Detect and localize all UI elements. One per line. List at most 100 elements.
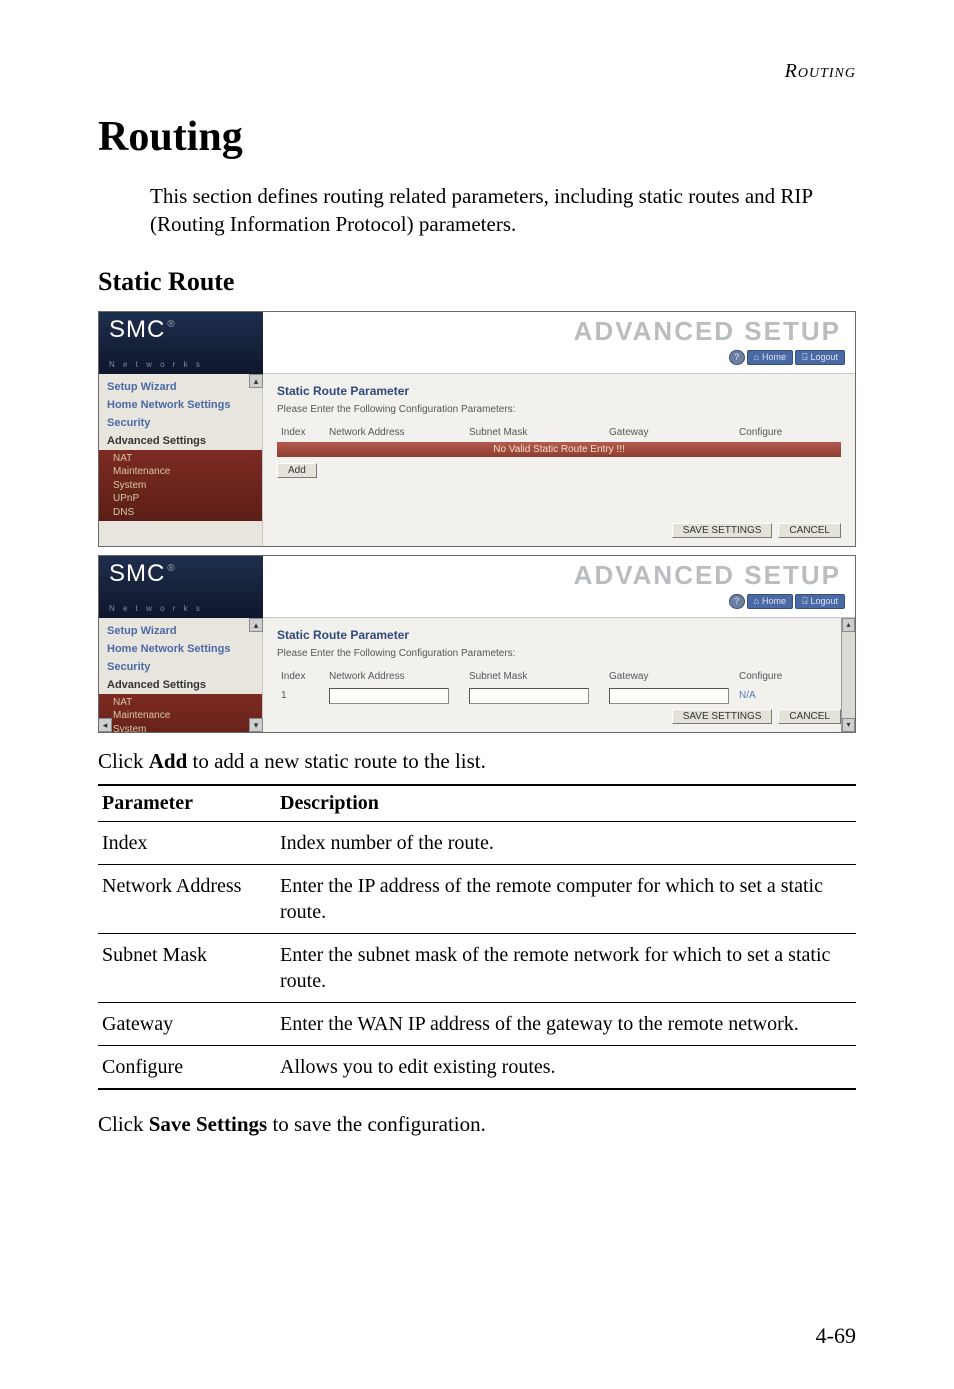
row-index: 1 bbox=[277, 690, 325, 701]
subnet-mask-input[interactable] bbox=[469, 688, 589, 704]
network-address-input[interactable] bbox=[329, 688, 449, 704]
panel-note: Please Enter the Following Configuration… bbox=[277, 404, 841, 415]
logout-label: Logout bbox=[810, 352, 838, 362]
page-number: 4-69 bbox=[816, 1323, 856, 1349]
sidebar-sub-system[interactable]: System bbox=[113, 479, 262, 493]
param-name: Network Address bbox=[98, 864, 276, 933]
sidebar-sub-dns[interactable]: DNS bbox=[113, 506, 262, 520]
col-configure: Configure bbox=[735, 671, 819, 682]
scroll-up-icon[interactable]: ▴ bbox=[249, 374, 263, 388]
param-desc: Index number of the route. bbox=[276, 821, 856, 864]
scroll-down-icon[interactable]: ▾ bbox=[249, 718, 263, 732]
sidebar-item-advanced-settings[interactable]: Advanced Settings bbox=[99, 676, 262, 694]
sidebar-item-setup-wizard[interactable]: Setup Wizard bbox=[99, 378, 262, 396]
section-subhead: Static Route bbox=[98, 267, 856, 297]
logout-icon: ⍈ bbox=[802, 596, 807, 607]
home-button[interactable]: ⌂ Home bbox=[747, 594, 793, 609]
parameter-table: Parameter Description IndexIndex number … bbox=[98, 784, 856, 1090]
sidebar-item-home-network[interactable]: Home Network Settings bbox=[99, 640, 262, 658]
add-button[interactable]: Add bbox=[277, 463, 317, 478]
scroll-down-icon[interactable]: ▾ bbox=[842, 718, 855, 732]
logo-registered-icon: ® bbox=[167, 320, 175, 330]
cancel-button[interactable]: CANCEL bbox=[778, 709, 841, 724]
parameter-table-body: IndexIndex number of the route.Network A… bbox=[98, 821, 856, 1089]
logout-label: Logout bbox=[810, 596, 838, 606]
sidebar-subgroup: NAT Maintenance System UPnP DNS bbox=[99, 450, 262, 522]
param-desc: Allows you to edit existing routes. bbox=[276, 1045, 856, 1089]
save-instruction: Click Save Settings to save the configur… bbox=[98, 1112, 856, 1137]
col-network-address: Network Address bbox=[325, 671, 465, 682]
param-name: Subnet Mask bbox=[98, 933, 276, 1002]
th-parameter: Parameter bbox=[98, 785, 276, 822]
table-row: ConfigureAllows you to edit existing rou… bbox=[98, 1045, 856, 1089]
table-row: Network AddressEnter the IP address of t… bbox=[98, 864, 856, 933]
running-head: Routing bbox=[98, 60, 856, 83]
sidebar-sub-nat[interactable]: NAT bbox=[113, 696, 262, 710]
sidebar-sub-maintenance[interactable]: Maintenance bbox=[113, 465, 262, 479]
advanced-setup-heading: ADVANCED SETUP bbox=[574, 316, 841, 347]
main-panel: Static Route Parameter Please Enter the … bbox=[263, 374, 855, 546]
scroll-left-icon[interactable]: ◂ bbox=[98, 718, 112, 732]
col-configure: Configure bbox=[735, 427, 819, 438]
col-subnet-mask: Subnet Mask bbox=[465, 671, 605, 682]
sidebar-item-security[interactable]: Security bbox=[99, 658, 262, 676]
main-panel: Static Route Parameter Please Enter the … bbox=[263, 618, 855, 732]
help-icon[interactable]: ? bbox=[729, 350, 745, 365]
col-index: Index bbox=[277, 671, 325, 682]
sidebar-item-security[interactable]: Security bbox=[99, 414, 262, 432]
no-entry-message: No Valid Static Route Entry !!! bbox=[277, 442, 841, 457]
param-desc: Enter the WAN IP address of the gateway … bbox=[276, 1002, 856, 1045]
sidebar-item-home-network[interactable]: Home Network Settings bbox=[99, 396, 262, 414]
configure-na: N/A bbox=[739, 690, 756, 701]
screenshot-static-route-edit: SMC ® N e t w o r k s ADVANCED SETUP ? ⌂… bbox=[98, 555, 856, 733]
logo-subtext: N e t w o r k s bbox=[109, 361, 203, 369]
sidebar-sub-maintenance[interactable]: Maintenance bbox=[113, 709, 262, 723]
logout-button[interactable]: ⍈ Logout bbox=[795, 350, 845, 365]
help-icon[interactable]: ? bbox=[729, 594, 745, 609]
smc-logo: SMC ® N e t w o r k s bbox=[99, 556, 263, 618]
logout-button[interactable]: ⍈ Logout bbox=[795, 594, 845, 609]
table-row: GatewayEnter the WAN IP address of the g… bbox=[98, 1002, 856, 1045]
th-description: Description bbox=[276, 785, 856, 822]
col-subnet-mask: Subnet Mask bbox=[465, 427, 605, 438]
gateway-input[interactable] bbox=[609, 688, 729, 704]
table-row: Subnet MaskEnter the subnet mask of the … bbox=[98, 933, 856, 1002]
logo-subtext: N e t w o r k s bbox=[109, 605, 203, 613]
param-desc: Enter the IP address of the remote compu… bbox=[276, 864, 856, 933]
smc-logo: SMC ® N e t w o r k s bbox=[99, 312, 263, 374]
param-name: Configure bbox=[98, 1045, 276, 1089]
sidebar: ▴ Setup Wizard Home Network Settings Sec… bbox=[99, 374, 263, 546]
intro-paragraph: This section defines routing related par… bbox=[150, 182, 856, 239]
cancel-button[interactable]: CANCEL bbox=[778, 523, 841, 538]
logo-registered-icon: ® bbox=[167, 564, 175, 574]
save-settings-button[interactable]: SAVE SETTINGS bbox=[672, 709, 773, 724]
col-gateway: Gateway bbox=[605, 671, 735, 682]
sidebar-sub-nat[interactable]: NAT bbox=[113, 452, 262, 466]
sidebar-sub-system[interactable]: System bbox=[113, 723, 262, 733]
param-name: Index bbox=[98, 821, 276, 864]
scroll-up-icon[interactable]: ▴ bbox=[249, 618, 263, 632]
save-settings-button[interactable]: SAVE SETTINGS bbox=[672, 523, 773, 538]
home-button[interactable]: ⌂ Home bbox=[747, 350, 793, 365]
panel-title: Static Route Parameter bbox=[277, 628, 829, 642]
sidebar-sub-upnp[interactable]: UPnP bbox=[113, 492, 262, 506]
table-row: IndexIndex number of the route. bbox=[98, 821, 856, 864]
sidebar-subgroup: NAT Maintenance System UPnP bbox=[99, 694, 262, 733]
screenshot-static-route-list: SMC ® N e t w o r k s ADVANCED SETUP ? ⌂… bbox=[98, 311, 856, 547]
sidebar-item-setup-wizard[interactable]: Setup Wizard bbox=[99, 622, 262, 640]
home-label: Home bbox=[762, 352, 786, 362]
vertical-scrollbar[interactable]: ▴ ▾ bbox=[841, 618, 855, 732]
col-network-address: Network Address bbox=[325, 427, 465, 438]
page-title: Routing bbox=[98, 113, 856, 161]
sidebar-item-advanced-settings[interactable]: Advanced Settings bbox=[99, 432, 262, 450]
advanced-setup-heading: ADVANCED SETUP bbox=[574, 560, 841, 591]
column-headers: Index Network Address Subnet Mask Gatewa… bbox=[277, 425, 841, 440]
scroll-up-icon[interactable]: ▴ bbox=[842, 618, 855, 632]
logo-text: SMC bbox=[109, 318, 165, 342]
home-label: Home bbox=[762, 596, 786, 606]
column-headers: Index Network Address Subnet Mask Gatewa… bbox=[277, 669, 829, 684]
panel-title: Static Route Parameter bbox=[277, 384, 841, 398]
panel-note: Please Enter the Following Configuration… bbox=[277, 648, 829, 659]
col-index: Index bbox=[277, 427, 325, 438]
add-instruction: Click Add to add a new static route to t… bbox=[98, 749, 856, 774]
